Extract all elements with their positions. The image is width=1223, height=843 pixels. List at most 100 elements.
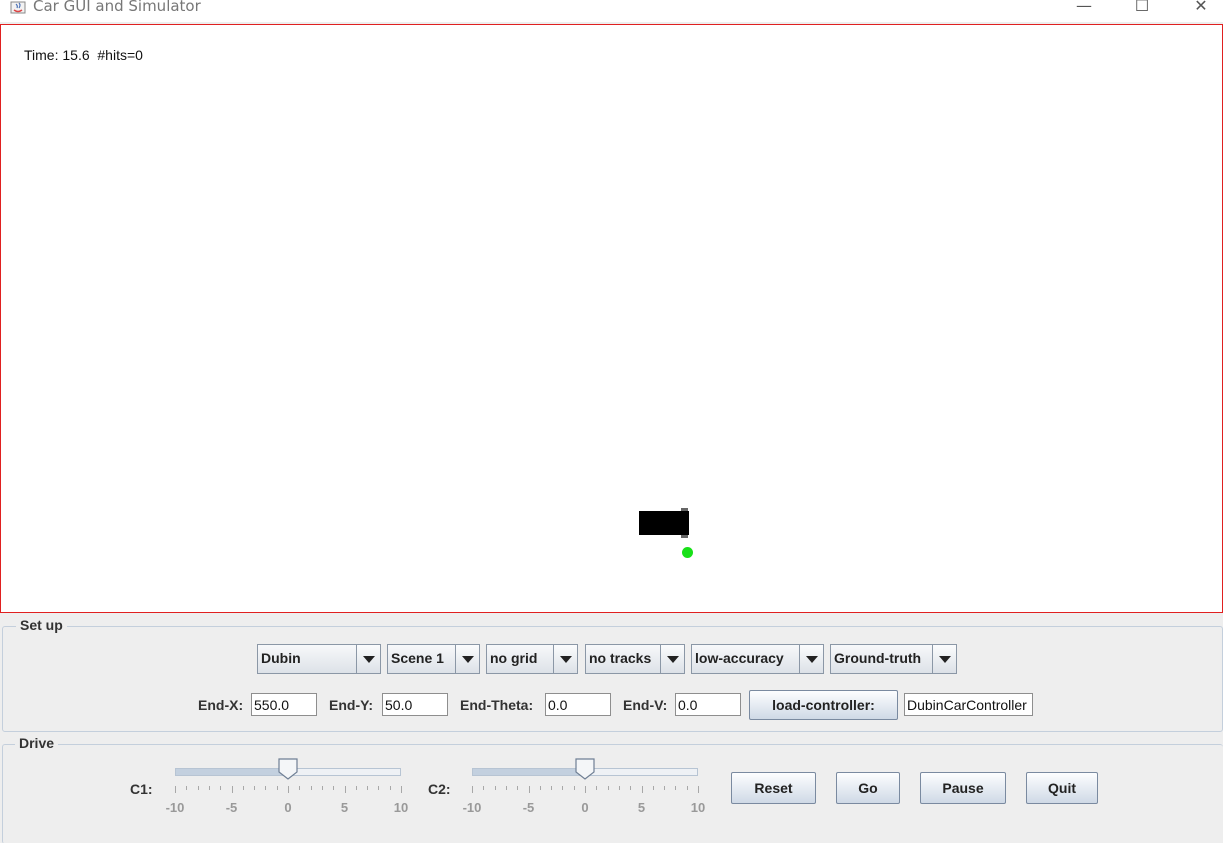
- tracks-value: no tracks: [589, 650, 652, 666]
- chevron-down-icon[interactable]: [660, 645, 684, 673]
- slider-fill: [473, 769, 586, 775]
- chevron-down-icon[interactable]: [553, 645, 577, 673]
- slider-tick-label: 10: [690, 800, 706, 815]
- chevron-down-icon[interactable]: [932, 645, 956, 673]
- reset-button[interactable]: Reset: [731, 772, 816, 804]
- slider-tick-label: 0: [284, 800, 292, 815]
- close-icon[interactable]: ✕: [1186, 0, 1216, 16]
- end-theta-label: End-Theta:: [460, 697, 534, 713]
- slider-tick: [344, 786, 346, 793]
- slider-tick-label: -10: [462, 800, 482, 815]
- quit-button[interactable]: Quit: [1026, 772, 1098, 804]
- pause-button[interactable]: Pause: [920, 772, 1006, 804]
- go-button[interactable]: Go: [836, 772, 900, 804]
- slider-tick: [242, 786, 244, 790]
- slider-tick-label: 5: [637, 800, 646, 815]
- end-y-field[interactable]: [382, 693, 448, 716]
- slider-tick-label: 5: [340, 800, 349, 815]
- car-sprite: [639, 508, 689, 538]
- slider-tick: [355, 786, 357, 790]
- slider-tick: [551, 786, 553, 790]
- slider-tick: [197, 786, 199, 790]
- c2-label: C2:: [428, 781, 451, 797]
- load-controller-button[interactable]: load-controller:: [749, 690, 898, 720]
- accuracy-select[interactable]: low-accuracy: [691, 644, 824, 674]
- controller-name-field[interactable]: [904, 693, 1033, 716]
- end-y-label: End-Y:: [329, 697, 374, 713]
- car-type-value: Dubin: [261, 650, 301, 666]
- slider-tick: [641, 786, 643, 793]
- slider-tick: [585, 786, 586, 793]
- slider-tick: [321, 786, 323, 790]
- chevron-down-icon[interactable]: [455, 645, 479, 673]
- grid-value: no grid: [490, 650, 538, 666]
- tracks-select[interactable]: no tracks: [585, 644, 685, 674]
- slider-tick: [333, 786, 335, 790]
- car-type-select[interactable]: Dubin: [257, 644, 381, 674]
- scene-value: Scene 1: [391, 650, 444, 666]
- accuracy-value: low-accuracy: [695, 650, 784, 666]
- sensor-value: Ground-truth: [834, 650, 922, 666]
- slider-tick: [573, 786, 575, 790]
- slider-tick: [562, 786, 564, 790]
- slider-tick: [686, 786, 688, 790]
- end-v-label: End-V:: [623, 697, 668, 713]
- end-theta-field[interactable]: [545, 693, 611, 716]
- slider-tick: [664, 786, 666, 790]
- maximize-icon[interactable]: ☐: [1127, 0, 1157, 16]
- slider-tick: [596, 786, 598, 790]
- title-bar: Car GUI and Simulator — ☐ ✕: [0, 0, 1223, 22]
- slider-tick: [607, 786, 609, 790]
- end-v-field[interactable]: [675, 693, 741, 716]
- slider-tick: [254, 786, 256, 790]
- c2-slider[interactable]: -10 -5 0 5 10: [463, 758, 705, 815]
- slider-tick-label: 0: [581, 800, 589, 815]
- slider-tick: [378, 786, 380, 790]
- slider-tick: [630, 786, 632, 790]
- sensor-select[interactable]: Ground-truth: [830, 644, 957, 674]
- slider-tick: [401, 786, 402, 793]
- slider-tick: [517, 786, 519, 790]
- slider-tick: [618, 786, 620, 790]
- chevron-down-icon[interactable]: [356, 645, 380, 673]
- slider-tick: [288, 786, 289, 793]
- slider-tick: [175, 786, 176, 793]
- slider-tick: [299, 786, 301, 790]
- slider-tick-label: 10: [393, 800, 409, 815]
- slider-thumb[interactable]: [575, 758, 595, 780]
- goal-marker: [682, 547, 693, 558]
- c1-label: C1:: [130, 781, 153, 797]
- slider-tick: [528, 786, 530, 793]
- grid-select[interactable]: no grid: [486, 644, 578, 674]
- c1-slider[interactable]: -10 -5 0 5 10: [166, 758, 408, 815]
- slider-tick: [472, 786, 473, 793]
- end-x-field[interactable]: [251, 693, 317, 716]
- status-text: Time: 15.6 #hits=0: [24, 47, 143, 63]
- chevron-down-icon[interactable]: [799, 645, 823, 673]
- simulation-canvas[interactable]: Time: 15.6 #hits=0: [0, 24, 1223, 613]
- slider-tick: [505, 786, 507, 790]
- slider-fill: [176, 769, 289, 775]
- slider-tick: [367, 786, 369, 790]
- slider-tick: [220, 786, 222, 790]
- slider-tick: [483, 786, 485, 790]
- slider-tick: [208, 786, 210, 790]
- slider-tick: [494, 786, 496, 790]
- scene-select[interactable]: Scene 1: [387, 644, 480, 674]
- slider-tick-label: -10: [165, 800, 185, 815]
- slider-tick: [231, 786, 233, 793]
- slider-tick: [276, 786, 278, 790]
- setup-title: Set up: [16, 617, 67, 633]
- slider-tick: [675, 786, 677, 790]
- window-title: Car GUI and Simulator: [33, 0, 201, 15]
- setup-panel: Set up: [2, 617, 1223, 732]
- java-app-icon: [10, 1, 26, 14]
- slider-tick: [698, 786, 699, 793]
- slider-thumb[interactable]: [278, 758, 298, 780]
- end-x-label: End-X:: [198, 697, 244, 713]
- slider-tick: [186, 786, 188, 790]
- minimize-icon[interactable]: —: [1069, 0, 1099, 16]
- slider-tick: [265, 786, 267, 790]
- slider-tick: [539, 786, 541, 790]
- slider-tick: [310, 786, 312, 790]
